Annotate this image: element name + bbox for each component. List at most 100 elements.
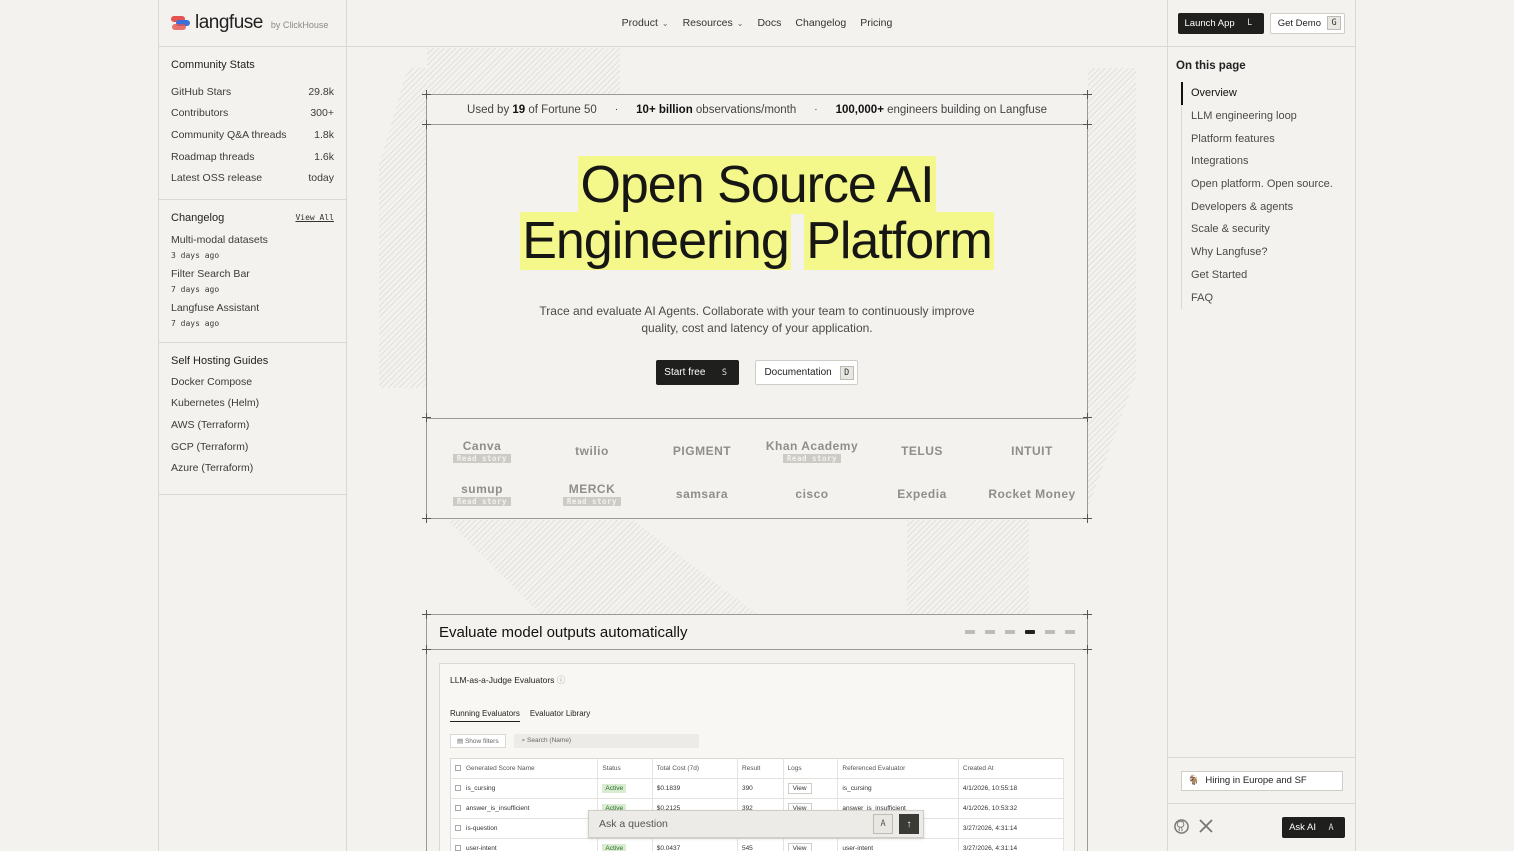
hiring-banner[interactable]: 🐐 Hiring in Europe and SF — [1180, 770, 1343, 791]
nav-product[interactable]: Product ⌄ — [622, 17, 669, 29]
brand-bar[interactable]: langfuse by ClickHouse — [159, 0, 346, 47]
hero-headline: Open Source AI Engineering Platform — [427, 156, 1087, 270]
stat-row[interactable]: GitHub Stars 29.8k — [171, 81, 334, 103]
changelog-item[interactable]: Filter Search Bar 7 days ago — [171, 268, 334, 294]
carousel-dot[interactable] — [1005, 630, 1015, 634]
top-navigation: Product ⌄ Resources ⌄ Docs Changelog Pricing — [347, 0, 1167, 47]
toc-item[interactable]: Scale & security — [1182, 218, 1355, 241]
customer-logo[interactable]: Canva Read story — [427, 429, 537, 472]
stat-row[interactable]: Latest OSS release today — [171, 167, 334, 189]
changelog-item-title: Filter Search Bar — [171, 267, 250, 280]
table-row[interactable]: user-intent Active $0.0437 545 View user-inte… — [450, 838, 1065, 851]
self-hosting-guide-link[interactable]: AWS (Terraform) — [171, 414, 334, 436]
table-cell: 3/27/2026, 4:31:14 — [958, 818, 1065, 839]
github-icon[interactable] — [1174, 818, 1189, 837]
stat-row[interactable]: Community Q&A threads 1.8k — [171, 124, 334, 146]
read-story-link[interactable]: Read story — [562, 496, 622, 506]
start-free-button[interactable]: Start free S — [656, 360, 740, 385]
screenshot-search[interactable]: ⌕ Search (Name) — [513, 734, 699, 748]
toc-item[interactable]: LLM engineering loop — [1182, 105, 1355, 128]
self-hosting-guide-link[interactable]: GCP (Terraform) — [171, 436, 334, 458]
get-demo-button[interactable]: Get Demo G — [1269, 12, 1345, 34]
customer-logo-name: INTUIT — [1011, 443, 1053, 458]
ask-question-input[interactable]: Ask a question — [599, 818, 668, 830]
carousel-dot[interactable] — [1045, 630, 1055, 634]
table-cell: 390 — [737, 778, 784, 799]
toc-title: On this page — [1176, 60, 1246, 72]
self-hosting-guide-link[interactable]: Kubernetes (Helm) — [171, 393, 334, 415]
left-sidebar: langfuse by ClickHouse Community Stats G… — [158, 0, 347, 851]
carousel-pager — [965, 630, 1075, 634]
toc-item[interactable]: Integrations — [1182, 150, 1355, 173]
customer-logo-name: MERCK — [568, 481, 616, 496]
table-row[interactable]: is_cursing Active $0.1839 390 View is_cursing… — [450, 778, 1065, 799]
footer-actions: Ask AI A — [1168, 804, 1355, 851]
table-cell: is_cursing — [450, 778, 599, 799]
stat-label: Community Q&A threads — [171, 128, 287, 141]
launch-app-button[interactable]: Launch App L — [1177, 12, 1264, 34]
table-cell: 4/1/2026, 10:55:18 — [958, 778, 1065, 799]
nav-pricing[interactable]: Pricing — [860, 17, 892, 29]
ask-ai-button[interactable]: Ask AI A — [1282, 817, 1345, 838]
customer-logo[interactable]: Khan Academy Read story — [757, 429, 867, 472]
changelog-item[interactable]: Langfuse Assistant 7 days ago — [171, 302, 334, 328]
stat-row[interactable]: Contributors 300+ — [171, 103, 334, 125]
row-checkbox[interactable] — [455, 785, 461, 792]
read-story-link[interactable]: Read story — [452, 453, 512, 463]
carousel-dot[interactable] — [985, 630, 995, 634]
nav-resources[interactable]: Resources ⌄ — [683, 17, 744, 29]
stat-label: Latest OSS release — [171, 172, 263, 185]
tab-running-evaluators[interactable]: Running Evaluators — [450, 709, 520, 722]
table-of-contents: Overview LLM engineering loop Platform fea… — [1181, 82, 1355, 309]
headline-line-2a: Engineering — [520, 212, 791, 270]
nav-docs[interactable]: Docs — [757, 17, 781, 29]
hero-cta-group: Start free S Documentation D — [427, 360, 1087, 385]
community-stats-title: Community Stats — [171, 59, 255, 71]
stat-value: today — [308, 172, 334, 185]
view-all-link[interactable]: View All — [295, 213, 334, 222]
toc-item[interactable]: Get Started — [1182, 264, 1355, 287]
table-cell: 4/1/2026, 10:53:32 — [958, 798, 1065, 819]
customer-logo-name: sumup — [461, 481, 503, 496]
stat-value: 1.8k — [314, 128, 334, 141]
stat-value: 300+ — [310, 107, 334, 120]
separator-dot: · — [814, 104, 818, 115]
langfuse-logo-icon — [171, 16, 191, 30]
customer-logos: Canva Read story twilio PIGMENT Khan Academy… — [427, 418, 1087, 519]
toc-item[interactable]: Platform features — [1182, 127, 1355, 150]
changelog-item[interactable]: Multi-modal datasets 3 days ago — [171, 234, 334, 260]
documentation-button[interactable]: Documentation D — [755, 360, 858, 385]
stat-label: GitHub Stars — [171, 85, 232, 98]
toc-item[interactable]: Developers & agents — [1182, 195, 1355, 218]
nav-label: Product — [621, 17, 658, 29]
ask-shortcut-key: A — [873, 814, 893, 834]
toc-item[interactable]: Open platform. Open source. — [1182, 173, 1355, 196]
customer-logo[interactable]: sumup Read story — [427, 472, 537, 515]
filter-icon: ▤ — [457, 738, 464, 745]
row-checkbox[interactable] — [455, 845, 461, 851]
read-story-link[interactable]: Read story — [782, 453, 842, 463]
show-filters-button[interactable]: ▤ Show filters — [450, 734, 506, 748]
nav-changelog[interactable]: Changelog — [795, 17, 846, 29]
send-arrow-icon[interactable]: ↑ — [899, 814, 919, 834]
carousel-dot[interactable] — [965, 630, 975, 634]
stat-row[interactable]: Roadmap threads 1.6k — [171, 146, 334, 168]
self-hosting-guide-link[interactable]: Azure (Terraform) — [171, 457, 334, 479]
screenshot-title: LLM-as-a-Judge Evaluators ⓘ — [450, 675, 566, 685]
customer-logo[interactable]: MERCK Read story — [537, 472, 647, 515]
separator-dot: · — [614, 104, 619, 115]
changelog-item-date: 7 days ago — [171, 284, 220, 294]
tab-evaluator-library[interactable]: Evaluator Library — [530, 709, 590, 722]
table-cell: View — [783, 838, 839, 851]
carousel-dot[interactable] — [1025, 630, 1035, 634]
ask-question-bar[interactable]: Ask a question A ↑ — [588, 810, 924, 838]
toc-item[interactable]: Overview — [1181, 82, 1355, 105]
toc-item[interactable]: Why Langfuse? — [1182, 241, 1355, 264]
self-hosting-guide-link[interactable]: Docker Compose — [171, 371, 334, 393]
toc-item[interactable]: FAQ — [1182, 286, 1355, 309]
carousel-dot[interactable] — [1065, 630, 1075, 634]
read-story-link[interactable]: Read story — [452, 496, 512, 506]
x-twitter-icon[interactable] — [1199, 819, 1213, 836]
row-checkbox[interactable] — [455, 825, 461, 832]
row-checkbox[interactable] — [455, 805, 461, 812]
